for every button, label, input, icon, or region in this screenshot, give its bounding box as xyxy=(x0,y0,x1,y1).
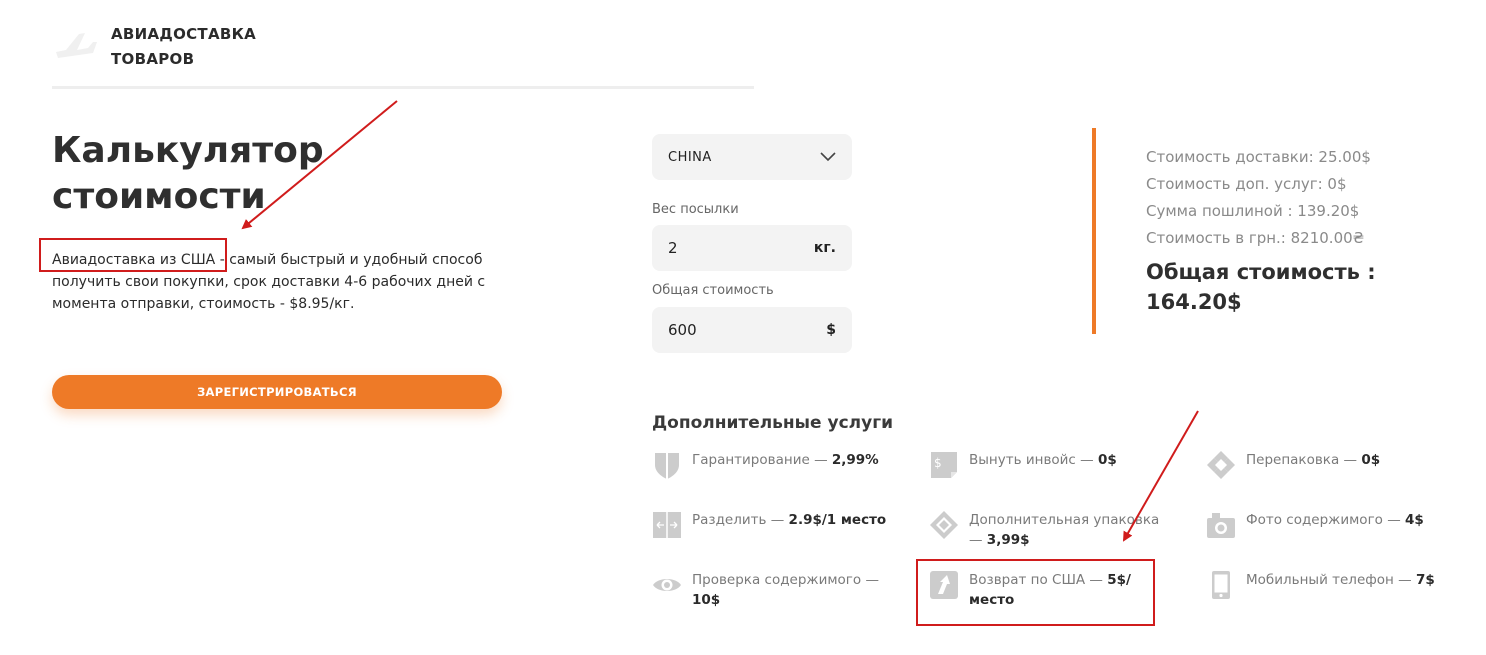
service-check-contents[interactable]: Проверка содержимого — 10$ xyxy=(652,570,892,610)
cost-summary: Стоимость доставки: 25.00$ Стоимость доп… xyxy=(1146,144,1371,252)
invoice-icon: $ xyxy=(931,452,957,478)
brand-line-1: АВИАДОСТАВКА xyxy=(111,25,257,43)
extra-services-cost: Стоимость доп. услуг: 0$ xyxy=(1146,175,1347,193)
total-cost-label: Общая стоимость xyxy=(652,283,774,298)
package-icon xyxy=(930,511,958,539)
total-cost-unit: $ xyxy=(826,322,836,338)
service-label: Разделить — 2.9$/1 место xyxy=(692,512,887,528)
service-label: Мобильный телефон — 7$ xyxy=(1246,572,1435,588)
weight-label: Вес посылки xyxy=(652,202,739,217)
total-cost-amount: 164.20$ xyxy=(1146,290,1242,314)
header-divider xyxy=(52,86,754,89)
annotation-box-description xyxy=(39,238,227,272)
duty-sum: Сумма пошлиной : 139.20$ xyxy=(1146,202,1360,220)
service-label: Дополнительная упаковка — 3,99$ xyxy=(969,512,1160,548)
service-extra-packaging[interactable]: Дополнительная упаковка — 3,99$ xyxy=(929,510,1169,550)
country-selected-value: CHINA xyxy=(668,149,712,165)
split-icon xyxy=(653,512,681,538)
service-guarantee[interactable]: Гарантирование — 2,99% xyxy=(652,450,892,480)
weight-unit: кг. xyxy=(813,240,836,256)
brand-line-2: ТОВАРОВ xyxy=(111,50,195,68)
total-cost-value: 600 xyxy=(668,321,697,339)
service-label: Гарантирование — 2,99% xyxy=(692,452,879,468)
total-cost-input[interactable]: 600 $ xyxy=(652,307,852,353)
delivery-cost: Стоимость доставки: 25.00$ xyxy=(1146,148,1371,166)
services-title: Дополнительные услуги xyxy=(652,413,893,433)
service-repack[interactable]: Перепаковка — 0$ xyxy=(1206,450,1446,480)
weight-input[interactable]: 2 кг. xyxy=(652,225,852,271)
repack-icon xyxy=(1207,451,1235,479)
summary-accent-bar xyxy=(1092,128,1096,334)
service-label: Вынуть инвойс — 0$ xyxy=(969,452,1117,468)
service-photo-contents[interactable]: Фото содержимого — 4$ xyxy=(1206,510,1446,540)
chevron-down-icon xyxy=(820,152,836,162)
page-title-line-1: Калькулятор xyxy=(52,130,324,171)
register-button[interactable]: ЗАРЕГИСТРИРОВАТЬСЯ xyxy=(52,375,502,409)
page-title: Калькулятор стоимости xyxy=(52,128,472,220)
service-mobile-phone[interactable]: Мобильный телефон — 7$ xyxy=(1206,570,1446,600)
service-label: Перепаковка — 0$ xyxy=(1246,452,1381,468)
brand-title[interactable]: АВИАДОСТАВКА ТОВАРОВ xyxy=(111,22,256,72)
eye-icon xyxy=(653,579,681,591)
annotation-box-return xyxy=(916,559,1155,626)
camera-icon xyxy=(1207,513,1235,538)
shield-icon xyxy=(655,453,679,479)
svg-text:$: $ xyxy=(934,456,942,470)
phone-icon xyxy=(1212,571,1230,599)
total-cost-label-text: Общая стоимость : xyxy=(1146,260,1376,284)
airplane-icon xyxy=(56,33,97,58)
uah-cost: Стоимость в грн.: 8210.00₴ xyxy=(1146,229,1365,247)
total-cost: Общая стоимость : 164.20$ xyxy=(1146,257,1466,317)
page-title-line-2: стоимости xyxy=(52,176,266,217)
country-select[interactable]: CHINA xyxy=(652,134,852,180)
service-split[interactable]: Разделить — 2.9$/1 место xyxy=(652,510,892,540)
service-label: Фото содержимого — 4$ xyxy=(1246,512,1424,528)
service-label: Проверка содержимого — 10$ xyxy=(692,572,879,608)
weight-value: 2 xyxy=(668,239,678,257)
service-take-invoice[interactable]: $ Вынуть инвойс — 0$ xyxy=(929,450,1169,480)
